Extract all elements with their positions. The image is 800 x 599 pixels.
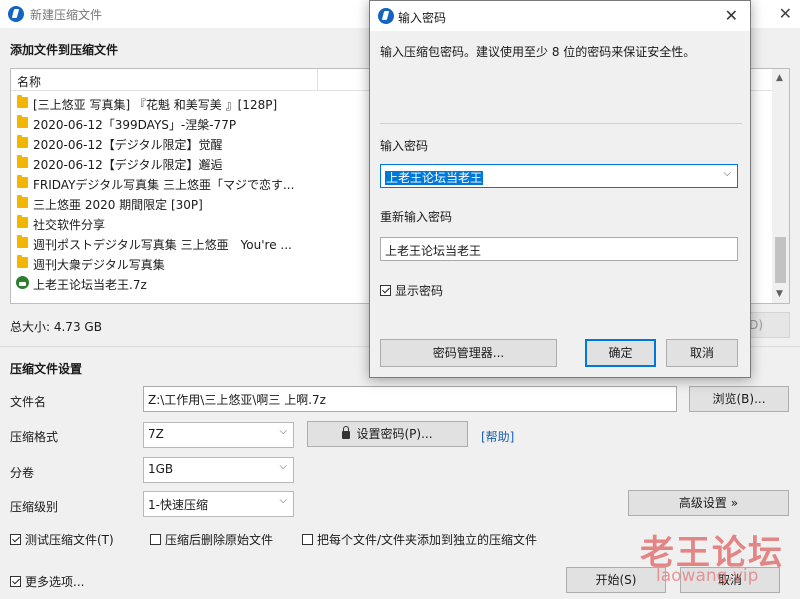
total-size: 总大小: 4.73 GB bbox=[10, 320, 102, 334]
split-select[interactable]: 1GB ⌵ bbox=[143, 457, 294, 483]
dialog-divider bbox=[380, 123, 742, 124]
folder-icon bbox=[17, 155, 28, 168]
scroll-thumb[interactable] bbox=[775, 237, 786, 283]
set-password-button[interactable]: 设置密码(P)... bbox=[307, 421, 468, 447]
format-value: 7Z bbox=[148, 427, 164, 441]
file-name: 三上悠亜 2020 期間限定 [30P] bbox=[33, 198, 203, 212]
filename-input[interactable]: Z:\工作用\三上悠亚\啊三 上啊.7z bbox=[143, 386, 677, 412]
checkbox-unchecked-icon[interactable] bbox=[150, 534, 161, 545]
folder-icon bbox=[17, 235, 28, 248]
chevron-down-icon: ⌵ bbox=[279, 426, 287, 437]
delete-source-label: 压缩后删除原始文件 bbox=[165, 533, 274, 547]
window-title: 新建压缩文件 bbox=[30, 8, 103, 22]
dialog-title: 输入密码 bbox=[398, 11, 447, 25]
level-label: 压缩级别 bbox=[10, 500, 59, 514]
column-separator[interactable] bbox=[317, 69, 318, 91]
password-dialog: 输入密码 ✕ 输入压缩包密码。建议使用至少 8 位的密码来保证安全性。 输入密码… bbox=[369, 0, 751, 378]
test-archive-checkbox[interactable]: 测试压缩文件(T) bbox=[10, 531, 114, 548]
file-name: 2020-06-12「399DAYS」-涅槃-77P bbox=[33, 118, 237, 132]
confirm-password-label: 重新输入密码 bbox=[380, 210, 453, 224]
password-label: 输入密码 bbox=[380, 139, 429, 153]
watermark-url: laowang.vip bbox=[656, 566, 759, 586]
file-name: 社交软件分享 bbox=[33, 218, 106, 232]
level-select[interactable]: 1-快速压缩 ⌵ bbox=[143, 491, 294, 517]
folder-icon bbox=[17, 115, 28, 128]
advanced-settings-button[interactable]: 高级设置 » bbox=[628, 490, 789, 516]
app-logo-icon bbox=[8, 6, 24, 22]
separate-archives-label: 把每个文件/文件夹添加到独立的压缩文件 bbox=[317, 533, 538, 547]
show-password-label: 显示密码 bbox=[395, 284, 444, 298]
chevron-down-icon: ⌵ bbox=[279, 495, 287, 506]
dialog-cancel-button[interactable]: 取消 bbox=[666, 339, 738, 367]
show-password-checkbox[interactable]: 显示密码 bbox=[380, 282, 443, 299]
scroll-up-icon[interactable]: ▲ bbox=[776, 73, 783, 83]
dialog-logo-icon bbox=[378, 8, 394, 24]
column-header-name[interactable]: 名称 bbox=[17, 73, 41, 90]
split-value: 1GB bbox=[148, 462, 174, 476]
password-manager-button[interactable]: 密码管理器... bbox=[380, 339, 557, 367]
help-link[interactable]: [帮助] bbox=[481, 428, 514, 445]
file-name: FRIDAYデジタル写真集 三上悠亜「マジで恋す... bbox=[33, 178, 295, 192]
folder-icon bbox=[17, 175, 28, 188]
settings-heading: 压缩文件设置 bbox=[10, 362, 83, 376]
file-name: 週刊大衆デジタル写真集 bbox=[33, 258, 165, 272]
scroll-down-icon[interactable]: ▼ bbox=[776, 289, 783, 299]
folder-icon bbox=[17, 95, 28, 108]
set-password-label: 设置密码(P)... bbox=[356, 427, 433, 441]
file-name: 2020-06-12【デジタル限定】觉醒 bbox=[33, 138, 223, 152]
password-value: 上老王论坛当老王 bbox=[385, 171, 484, 185]
level-value: 1-快速压缩 bbox=[148, 498, 208, 512]
archive-icon bbox=[16, 276, 29, 289]
dialog-hint: 输入压缩包密码。建议使用至少 8 位的密码来保证安全性。 bbox=[380, 45, 696, 59]
lock-icon bbox=[342, 426, 351, 439]
password-input[interactable]: 上老王论坛当老王 ⌵ bbox=[380, 164, 738, 188]
file-name: [三上悠亚 写真集] 『花魁 和美写美 』[128P] bbox=[33, 98, 278, 112]
separate-archives-checkbox[interactable]: 把每个文件/文件夹添加到独立的压缩文件 bbox=[302, 531, 537, 548]
file-name: 2020-06-12【デジタル限定】邂逅 bbox=[33, 158, 223, 172]
browse-button[interactable]: 浏览(B)... bbox=[689, 386, 789, 412]
checkbox-checked-icon[interactable] bbox=[10, 576, 21, 587]
chevron-down-icon[interactable]: ⌵ bbox=[723, 168, 731, 179]
more-options-label: 更多选项... bbox=[25, 575, 85, 589]
close-icon[interactable]: ✕ bbox=[725, 6, 738, 25]
split-label: 分卷 bbox=[10, 466, 35, 480]
more-options-checkbox[interactable]: 更多选项... bbox=[10, 573, 84, 590]
test-archive-label: 测试压缩文件(T) bbox=[25, 533, 114, 547]
checkbox-checked-icon[interactable] bbox=[380, 285, 391, 296]
folder-icon bbox=[17, 135, 28, 148]
window-close-icon[interactable]: ✕ bbox=[779, 4, 792, 23]
file-name: 週刊ポストデジタル写真集 三上悠亜 You're ... bbox=[33, 238, 292, 252]
folder-icon bbox=[17, 215, 28, 228]
file-name: 上老王论坛当老王.7z bbox=[33, 278, 147, 292]
vertical-scrollbar[interactable]: ▲ ▼ bbox=[772, 69, 789, 303]
folder-icon bbox=[17, 255, 28, 268]
folder-icon bbox=[17, 195, 28, 208]
dialog-titlebar: 输入密码 ✕ bbox=[370, 1, 750, 31]
chevron-down-icon: ⌵ bbox=[279, 461, 287, 472]
format-select[interactable]: 7Z ⌵ bbox=[143, 422, 294, 448]
format-label: 压缩格式 bbox=[10, 430, 59, 444]
add-files-heading: 添加文件到压缩文件 bbox=[10, 43, 119, 57]
delete-source-checkbox[interactable]: 压缩后删除原始文件 bbox=[150, 531, 273, 548]
filename-label: 文件名 bbox=[10, 395, 47, 409]
ok-button[interactable]: 确定 bbox=[585, 339, 656, 367]
checkbox-checked-icon[interactable] bbox=[10, 534, 21, 545]
confirm-password-input[interactable]: 上老王论坛当老王 bbox=[380, 237, 738, 261]
checkbox-unchecked-icon[interactable] bbox=[302, 534, 313, 545]
